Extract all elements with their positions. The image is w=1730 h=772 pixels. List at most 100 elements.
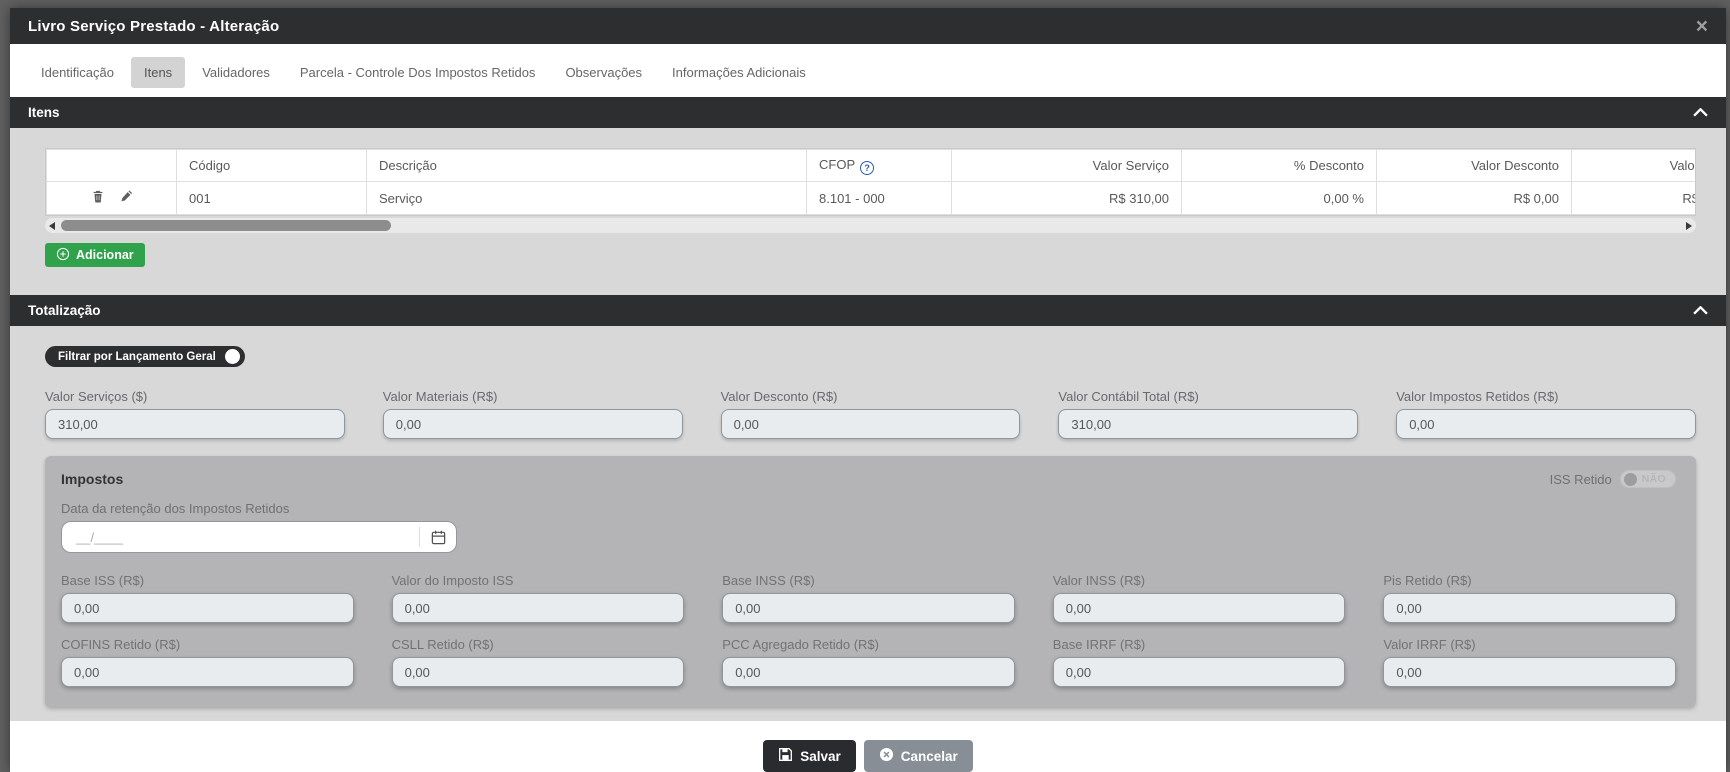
modal-title: Livro Serviço Prestado - Alteração bbox=[28, 18, 279, 35]
pcc-agregado-retido-input[interactable] bbox=[722, 657, 1015, 687]
cell-valor-desconto: R$ 0,00 bbox=[1377, 182, 1572, 215]
save-button[interactable]: Salvar bbox=[763, 740, 856, 772]
valor-imposto-iss-input[interactable] bbox=[392, 593, 685, 623]
col-cfop: CFOP? bbox=[807, 150, 952, 182]
field-label: Valor do Imposto ISS bbox=[392, 573, 685, 588]
tab-validadores[interactable]: Validadores bbox=[189, 57, 283, 88]
field-label: Valor INSS (R$) bbox=[1053, 573, 1346, 588]
base-irrf-input[interactable] bbox=[1053, 657, 1346, 687]
col-descricao: Descrição bbox=[367, 150, 807, 182]
field-label: Base ISS (R$) bbox=[61, 573, 354, 588]
field-pis-retido: Pis Retido (R$) bbox=[1383, 573, 1676, 623]
valor-materiais-input[interactable] bbox=[383, 409, 683, 439]
field-base-inss: Base INSS (R$) bbox=[722, 573, 1015, 623]
field-label: Base IRRF (R$) bbox=[1053, 637, 1346, 652]
cell-valor-clipped: R$ bbox=[1572, 182, 1697, 215]
cancel-label: Cancelar bbox=[901, 749, 958, 764]
row-actions-cell bbox=[47, 182, 177, 215]
date-retencao-field bbox=[61, 521, 457, 553]
field-label: Valor Materiais (R$) bbox=[383, 389, 683, 404]
impostos-title: Impostos bbox=[61, 471, 123, 487]
field-valor-irrf: Valor IRRF (R$) bbox=[1383, 637, 1676, 687]
cofins-retido-input[interactable] bbox=[61, 657, 354, 687]
base-inss-input[interactable] bbox=[722, 593, 1015, 623]
valor-servicos-input[interactable] bbox=[45, 409, 345, 439]
plus-circle-icon bbox=[56, 247, 70, 264]
filter-lancamento-toggle[interactable]: Filtrar por Lançamento Geral bbox=[45, 346, 245, 367]
itens-collapse-button[interactable] bbox=[1693, 105, 1708, 120]
cell-valor-servico: R$ 310,00 bbox=[952, 182, 1182, 215]
toggle-knob bbox=[1624, 473, 1637, 486]
trash-icon bbox=[91, 189, 105, 207]
valor-impostos-retidos-input[interactable] bbox=[1396, 409, 1696, 439]
cell-pct-desconto: 0,00 % bbox=[1182, 182, 1377, 215]
iss-retido-toggle[interactable]: NÃO bbox=[1620, 470, 1676, 488]
itens-table: Código Descrição CFOP? Valor Serviço % D… bbox=[46, 149, 1696, 215]
tab-identificacao[interactable]: Identificação bbox=[28, 57, 127, 88]
table-row: 001 Serviço 8.101 - 000 R$ 310,00 0,00 %… bbox=[47, 182, 1697, 215]
edit-row-button[interactable] bbox=[119, 189, 133, 207]
tab-itens[interactable]: Itens bbox=[131, 57, 185, 88]
col-valor-desconto: Valor Desconto bbox=[1377, 150, 1572, 182]
add-item-button[interactable]: Adicionar bbox=[45, 243, 145, 267]
field-label: COFINS Retido (R$) bbox=[61, 637, 354, 652]
valor-desconto-input[interactable] bbox=[721, 409, 1021, 439]
field-cofins-retido: COFINS Retido (R$) bbox=[61, 637, 354, 687]
itens-section-title: Itens bbox=[28, 105, 60, 120]
col-valor-clipped: Valor bbox=[1572, 150, 1697, 182]
col-actions bbox=[47, 150, 177, 182]
field-valor-contabil-total: Valor Contábil Total (R$) bbox=[1058, 389, 1358, 439]
valor-irrf-input[interactable] bbox=[1383, 657, 1676, 687]
itens-section-body: Código Descrição CFOP? Valor Serviço % D… bbox=[10, 128, 1726, 295]
field-label: Pis Retido (R$) bbox=[1383, 573, 1676, 588]
csll-retido-input[interactable] bbox=[392, 657, 685, 687]
cell-descricao: Serviço bbox=[367, 182, 807, 215]
cancel-button[interactable]: Cancelar bbox=[864, 740, 973, 772]
field-label: Valor Contábil Total (R$) bbox=[1058, 389, 1358, 404]
close-icon[interactable]: × bbox=[1696, 16, 1708, 37]
field-label: Base INSS (R$) bbox=[722, 573, 1015, 588]
table-header-row: Código Descrição CFOP? Valor Serviço % D… bbox=[47, 150, 1697, 182]
base-iss-input[interactable] bbox=[61, 593, 354, 623]
field-label: Valor Impostos Retidos (R$) bbox=[1396, 389, 1696, 404]
date-retencao-input[interactable] bbox=[62, 530, 419, 545]
info-icon[interactable]: ? bbox=[860, 161, 874, 175]
pis-retido-input[interactable] bbox=[1383, 593, 1676, 623]
scroll-left-arrow-icon[interactable] bbox=[45, 218, 59, 233]
field-label: CSLL Retido (R$) bbox=[392, 637, 685, 652]
scrollbar-thumb[interactable] bbox=[61, 220, 391, 231]
field-base-iss: Base ISS (R$) bbox=[61, 573, 354, 623]
totalizacao-fields: Valor Serviços ($) Valor Materiais (R$) … bbox=[45, 389, 1696, 439]
valor-inss-input[interactable] bbox=[1053, 593, 1346, 623]
horizontal-scrollbar[interactable] bbox=[45, 218, 1696, 233]
field-base-irrf: Base IRRF (R$) bbox=[1053, 637, 1346, 687]
field-valor-desconto: Valor Desconto (R$) bbox=[721, 389, 1021, 439]
field-csll-retido: CSLL Retido (R$) bbox=[392, 637, 685, 687]
totalizacao-collapse-button[interactable] bbox=[1693, 303, 1708, 318]
footer-actions: Salvar Cancelar bbox=[10, 721, 1726, 772]
cell-cfop: 8.101 - 000 bbox=[807, 182, 952, 215]
impostos-fields-row1: Base ISS (R$) Valor do Imposto ISS Base … bbox=[61, 573, 1676, 623]
iss-toggle-value: NÃO bbox=[1642, 473, 1666, 485]
pencil-icon bbox=[119, 189, 133, 207]
totalizacao-section-header: Totalização bbox=[10, 295, 1726, 326]
filter-toggle-label: Filtrar por Lançamento Geral bbox=[58, 351, 216, 363]
totalizacao-section-title: Totalização bbox=[28, 303, 101, 318]
tab-observacoes[interactable]: Observações bbox=[552, 57, 655, 88]
tab-parcela-controle-impostos[interactable]: Parcela - Controle Dos Impostos Retidos bbox=[287, 57, 549, 88]
delete-row-button[interactable] bbox=[91, 189, 105, 207]
tab-bar: Identificação Itens Validadores Parcela … bbox=[10, 44, 1726, 97]
save-floppy-icon bbox=[778, 747, 793, 765]
calendar-icon[interactable] bbox=[420, 522, 456, 552]
impostos-fields-row2: COFINS Retido (R$) CSLL Retido (R$) PCC … bbox=[61, 637, 1676, 687]
totalizacao-section-body: Filtrar por Lançamento Geral Valor Servi… bbox=[10, 326, 1726, 721]
scroll-right-arrow-icon[interactable] bbox=[1682, 218, 1696, 233]
field-label: Valor IRRF (R$) bbox=[1383, 637, 1676, 652]
save-label: Salvar bbox=[800, 749, 841, 764]
field-valor-impostos-retidos: Valor Impostos Retidos (R$) bbox=[1396, 389, 1696, 439]
iss-retido-label: ISS Retido bbox=[1550, 472, 1612, 487]
valor-contabil-total-input[interactable] bbox=[1058, 409, 1358, 439]
field-label: Valor Serviços ($) bbox=[45, 389, 345, 404]
tab-informacoes-adicionais[interactable]: Informações Adicionais bbox=[659, 57, 819, 88]
chevron-up-icon bbox=[1693, 303, 1708, 318]
